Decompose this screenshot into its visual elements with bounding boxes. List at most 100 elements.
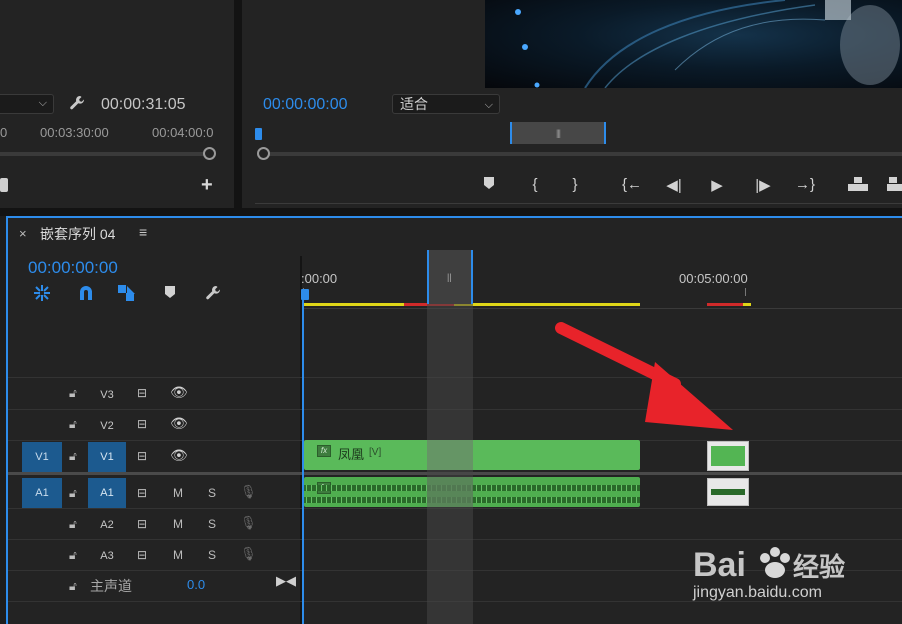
source-ruler-tick: 00:03:30:00 — [40, 125, 109, 140]
close-tab-button[interactable]: × — [19, 226, 27, 241]
source-target-v1[interactable]: V1 — [22, 442, 62, 472]
ruler-label: :00:00 — [301, 271, 338, 286]
lock-icon[interactable]: 🔓︎ — [69, 548, 77, 563]
watermark-url: jingyan.baidu.com — [693, 584, 822, 601]
track-v2[interactable]: V2 — [88, 411, 126, 441]
lock-icon[interactable]: 🔓︎ — [69, 517, 77, 532]
extract-icon[interactable] — [886, 176, 902, 196]
marker-icon[interactable] — [476, 176, 502, 194]
playhead-line[interactable] — [302, 296, 304, 624]
source-zoom-handle[interactable] — [203, 147, 216, 160]
microphone-icon[interactable]: 🎙︎ — [240, 484, 257, 500]
lock-icon[interactable]: 🔓︎ — [69, 579, 77, 594]
chevron-down-icon: ⌵ — [484, 99, 493, 111]
video-clip-label: 凤凰 — [338, 447, 365, 462]
svg-text:Bai: Bai — [693, 546, 746, 584]
panel-divider[interactable] — [234, 0, 242, 208]
ruler-label: 00:05:00:00 — [679, 271, 748, 286]
sync-lock-icon[interactable]: ⊟ — [137, 417, 147, 431]
work-area-overlay — [427, 250, 473, 624]
render-bar — [454, 303, 640, 306]
track-v1[interactable]: V1 — [88, 442, 126, 472]
track-a2[interactable]: A2 — [88, 510, 126, 540]
source-ruler-tick: 00:04:00:0 — [152, 125, 214, 140]
video-frame-image — [515, 0, 900, 88]
source-timecode[interactable]: 00:00:31:05 — [101, 96, 186, 114]
chevron-down-icon: ⌵ — [38, 97, 47, 109]
mute-button[interactable]: M — [173, 486, 183, 500]
eye-icon[interactable]: 👁︎ — [170, 447, 188, 464]
grip-icon: ||| — [556, 128, 561, 138]
wrench-icon[interactable] — [68, 94, 86, 117]
solo-button[interactable]: S — [208, 517, 216, 531]
source-ruler-tick: 0 — [0, 125, 8, 140]
play-icon[interactable]: ▶ — [704, 176, 730, 194]
grip-icon: || — [447, 272, 452, 282]
sync-lock-icon[interactable]: ⊟ — [137, 486, 147, 500]
master-track-label: 主声道 — [90, 578, 132, 594]
sync-lock-icon[interactable]: ⊟ — [137, 548, 147, 562]
settings-wrench-icon[interactable] — [204, 284, 222, 307]
solo-button[interactable]: S — [208, 548, 216, 562]
lift-icon[interactable] — [845, 176, 871, 196]
track-a1[interactable]: A1 — [88, 478, 126, 508]
master-volume-value[interactable]: 0.0 — [187, 577, 205, 592]
lock-icon[interactable]: 🔓︎ — [69, 386, 77, 401]
svg-text:经验: 经验 — [793, 552, 845, 583]
source-zoom-select[interactable]: ⌵ — [0, 94, 54, 114]
step-back-icon[interactable]: ◀| — [661, 176, 687, 194]
track-v3[interactable]: V3 — [88, 380, 126, 410]
lock-icon[interactable]: 🔓︎ — [69, 417, 77, 432]
microphone-icon[interactable]: 🎙︎ — [240, 515, 257, 531]
panel-divider[interactable] — [0, 208, 902, 216]
mark-in-icon[interactable]: { — [522, 176, 548, 193]
source-scrub-bar[interactable] — [0, 152, 205, 156]
lock-icon[interactable]: 🔓︎ — [69, 486, 77, 501]
go-to-end-icon[interactable]: ▶◀ — [276, 573, 296, 589]
time-ruler[interactable] — [300, 256, 902, 308]
timeline-timecode[interactable]: 00:00:00:00 — [28, 258, 118, 278]
track-a3[interactable]: A3 — [88, 541, 126, 571]
audio-clip-small[interactable] — [707, 478, 749, 506]
step-forward-icon[interactable]: |▶ — [750, 176, 776, 194]
microphone-icon[interactable]: 🎙︎ — [240, 546, 257, 562]
video-clip-small[interactable] — [707, 441, 749, 471]
solo-button[interactable]: S — [208, 486, 216, 500]
eye-icon[interactable]: 👁︎ — [170, 384, 188, 401]
go-to-out-icon[interactable]: →} — [792, 176, 818, 193]
clip-thumbnail — [711, 446, 745, 466]
nest-icon[interactable] — [33, 284, 51, 307]
sync-lock-icon[interactable]: ⊟ — [137, 517, 147, 531]
sync-lock-icon[interactable]: ⊟ — [137, 386, 147, 400]
mute-button[interactable]: M — [173, 548, 183, 562]
go-to-in-icon[interactable]: {← — [619, 176, 645, 193]
camera-icon[interactable] — [0, 178, 8, 192]
program-video-preview — [485, 0, 902, 88]
lock-icon[interactable]: 🔓︎ — [69, 449, 77, 464]
mute-button[interactable]: M — [173, 517, 183, 531]
render-bar — [304, 303, 404, 306]
source-target-a1[interactable]: A1 — [22, 478, 62, 508]
add-marker-icon[interactable] — [164, 284, 176, 304]
sequence-tab-title[interactable]: 嵌套序列 04 — [40, 224, 115, 244]
program-scrub-bar[interactable] — [264, 152, 902, 156]
linked-selection-icon[interactable] — [117, 284, 137, 307]
fx-badge: fx — [317, 445, 331, 457]
playhead[interactable] — [301, 289, 309, 300]
divider — [255, 203, 902, 204]
sync-lock-icon[interactable]: ⊟ — [137, 449, 147, 463]
panel-menu-icon[interactable]: ≡ — [139, 224, 147, 240]
program-zoom-scroll[interactable]: ||| — [510, 122, 606, 144]
work-area-handle[interactable]: || — [427, 250, 473, 304]
annotation-arrow-icon — [555, 322, 733, 430]
program-timecode[interactable]: 00:00:00:00 — [263, 96, 348, 114]
render-bar — [743, 303, 751, 306]
fit-select[interactable]: 适合 ⌵ — [392, 94, 500, 114]
mark-out-icon[interactable]: } — [562, 176, 588, 193]
program-playhead[interactable] — [255, 128, 262, 140]
audio-waveform — [711, 489, 745, 495]
eye-icon[interactable]: 👁︎ — [170, 415, 188, 432]
program-zoom-handle[interactable] — [257, 147, 270, 160]
plus-icon[interactable]: + — [201, 174, 213, 197]
snap-icon[interactable] — [77, 284, 95, 307]
